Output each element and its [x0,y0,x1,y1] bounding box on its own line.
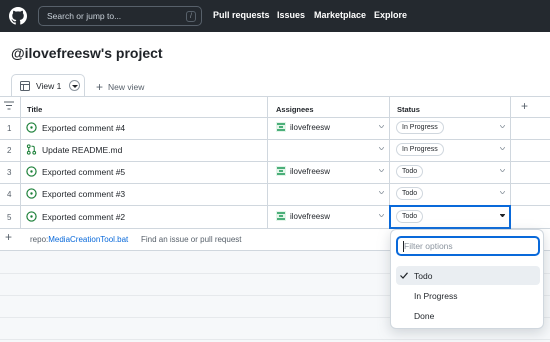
assignee-name: ilovefreesw [290,212,331,221]
empty-row-divider [0,339,550,340]
issue-open-icon [26,166,37,177]
item-title[interactable]: Exported comment #2 [42,212,125,222]
table-row[interactable]: 4 Exported comment #3 Todo [0,183,550,205]
tab-view-1[interactable]: View 1 [11,74,85,97]
chevron-down-icon[interactable] [379,191,384,194]
nav-marketplace[interactable]: Marketplace [314,10,366,20]
row-number: 3 [7,168,12,177]
search-placeholder: Search or jump to... [47,11,122,21]
chevron-down-icon[interactable] [379,125,384,128]
issue-open-icon [26,122,37,133]
status-badge: Todo [396,187,424,200]
table-top-border [0,96,550,97]
status-option-in-progress[interactable]: In Progress [396,286,540,305]
pull-request-icon [26,144,37,155]
table-row[interactable]: 1 Exported comment #4 ilovefreesw In Pro… [0,117,550,139]
repo-prefix: repo: [30,235,49,244]
status-badge: In Progress [396,143,444,156]
avatar [276,122,286,132]
column-header-title[interactable]: Title [27,105,42,114]
table-row[interactable]: 2 Update README.md In Progress [0,139,550,161]
status-dropdown-menu: Filter options Todo In Progress Done [390,229,544,329]
new-view-button[interactable]: + New view [96,79,145,94]
check-icon [400,272,408,279]
nav-issues[interactable]: Issues [277,10,305,20]
add-field-button[interactable]: + [521,99,528,113]
table-row[interactable]: 3 Exported comment #5 ilovefreesw Todo [0,161,550,183]
row-number: 4 [7,190,12,199]
chevron-down-icon[interactable] [500,191,505,194]
chevron-down-icon[interactable] [379,147,384,150]
issue-open-icon [26,211,37,222]
avatar [276,166,286,176]
item-title[interactable]: Exported comment #4 [42,123,125,133]
add-item-input[interactable]: Find an issue or pull request [141,235,242,244]
status-badge: Todo [396,165,424,178]
row-number: 1 [7,124,12,133]
row-number: 2 [7,146,12,155]
assignee-name: ilovefreesw [290,123,331,132]
nav-pull-requests[interactable]: Pull requests [213,10,270,20]
search-shortcut-key: / [186,11,196,22]
table-row[interactable]: 5 Exported comment #2 ilovefreesw Todo [0,205,550,229]
page-title: @ilovefreesw's project [11,45,163,61]
row-number: 5 [7,213,12,222]
filter-options-input[interactable]: Filter options [396,236,540,256]
status-option-done[interactable]: Done [396,306,540,325]
chevron-down-icon[interactable] [500,169,505,172]
top-navbar: Search or jump to... / Pull requests Iss… [0,0,550,32]
avatar [276,211,286,221]
chevron-down-icon[interactable] [500,147,505,150]
column-header-status[interactable]: Status [397,105,420,114]
status-option-todo[interactable]: Todo [396,266,540,285]
item-title[interactable]: Update README.md [42,145,122,155]
option-label: Todo [414,271,433,281]
repo-selector[interactable]: repo:MediaCreationTool.bat [30,235,128,244]
status-badge: Todo [396,210,424,223]
search-input[interactable]: Search or jump to... / [38,6,202,26]
item-title[interactable]: Exported comment #3 [42,189,125,199]
chevron-down-icon [72,85,78,88]
issue-open-icon [26,188,37,199]
view-options-button[interactable] [69,80,80,91]
filter-placeholder: Filter options [404,241,453,251]
filter-icon[interactable] [4,101,14,110]
tab-label: View 1 [36,81,62,91]
table-icon [20,81,30,91]
repo-name: MediaCreationTool.bat [48,235,129,244]
chevron-down-icon[interactable] [379,169,384,172]
plus-icon[interactable]: + [5,230,12,244]
chevron-down-icon[interactable] [500,125,505,128]
option-label: In Progress [414,291,458,301]
column-header-assignees[interactable]: Assignees [276,105,314,114]
nav-explore[interactable]: Explore [374,10,407,20]
github-logo-icon[interactable] [9,7,27,25]
assignee-name: ilovefreesw [290,167,331,176]
chevron-down-icon[interactable] [500,214,505,217]
item-title[interactable]: Exported comment #5 [42,167,125,177]
plus-icon: + [96,80,104,94]
status-badge: In Progress [396,121,444,134]
option-label: Done [414,311,435,321]
new-view-label: New view [108,82,145,92]
chevron-down-icon[interactable] [379,214,384,217]
